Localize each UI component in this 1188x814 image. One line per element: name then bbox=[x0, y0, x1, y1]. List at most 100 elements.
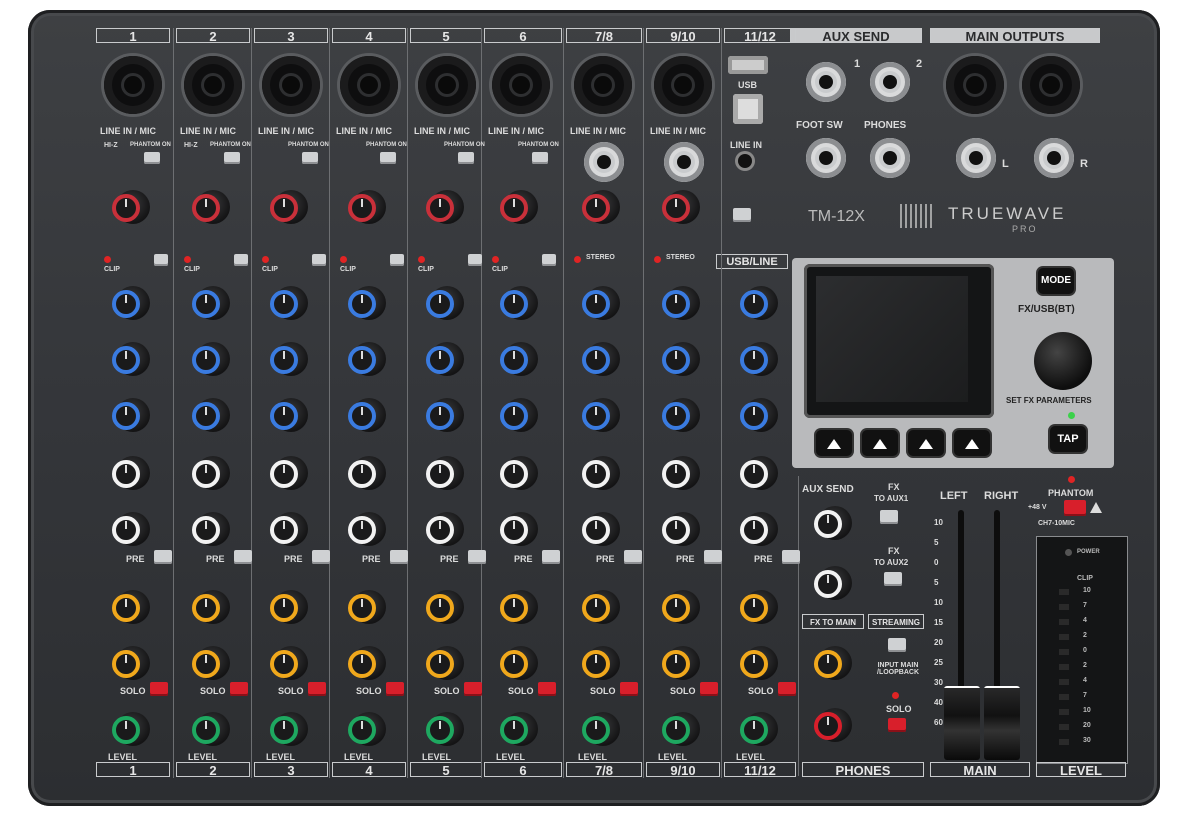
mode-button[interactable]: MODE bbox=[1038, 268, 1074, 294]
low-cut-button[interactable] bbox=[154, 254, 168, 266]
aux2-knob[interactable] bbox=[112, 512, 150, 546]
fader-cap-left[interactable] bbox=[944, 686, 980, 760]
eq-high-knob[interactable] bbox=[426, 286, 464, 320]
phantom-button[interactable] bbox=[224, 152, 240, 164]
pan-knob[interactable] bbox=[270, 646, 308, 680]
pre-button[interactable] bbox=[542, 550, 560, 564]
pan-knob[interactable] bbox=[740, 646, 778, 680]
combo-input-jack[interactable] bbox=[262, 56, 320, 114]
eq-mid-knob[interactable] bbox=[662, 342, 700, 376]
eq-high-knob[interactable] bbox=[740, 286, 778, 320]
fader-cap-right[interactable] bbox=[984, 686, 1020, 760]
eq-low-knob[interactable] bbox=[740, 398, 778, 432]
aux-send-2-knob[interactable] bbox=[814, 566, 852, 600]
phantom-button[interactable] bbox=[144, 152, 160, 164]
aux1-knob[interactable] bbox=[582, 456, 620, 490]
trim-knob[interactable] bbox=[270, 190, 308, 224]
eq-high-knob[interactable] bbox=[192, 286, 230, 320]
right-line-jack[interactable] bbox=[584, 142, 624, 182]
phones-jack[interactable] bbox=[870, 138, 910, 178]
fx-knob[interactable] bbox=[662, 590, 700, 624]
aux1-knob[interactable] bbox=[270, 456, 308, 490]
aux2-knob[interactable] bbox=[740, 512, 778, 546]
softkey-4[interactable] bbox=[954, 430, 990, 456]
trim-knob[interactable] bbox=[500, 190, 538, 224]
fx-to-aux2-button[interactable] bbox=[884, 572, 902, 586]
low-cut-button[interactable] bbox=[234, 254, 248, 266]
main-out-xlr-left[interactable] bbox=[946, 56, 1004, 114]
eq-low-knob[interactable] bbox=[270, 398, 308, 432]
aux2-knob[interactable] bbox=[270, 512, 308, 546]
eq-low-knob[interactable] bbox=[582, 398, 620, 432]
solo-button[interactable] bbox=[464, 682, 482, 696]
pan-knob[interactable] bbox=[112, 646, 150, 680]
level-knob[interactable] bbox=[426, 712, 464, 746]
eq-high-knob[interactable] bbox=[270, 286, 308, 320]
main-out-jack-left[interactable] bbox=[956, 138, 996, 178]
softkey-2[interactable] bbox=[862, 430, 898, 456]
aux-send-2-jack[interactable] bbox=[870, 62, 910, 102]
solo-button[interactable] bbox=[230, 682, 248, 696]
level-knob[interactable] bbox=[192, 712, 230, 746]
eq-low-knob[interactable] bbox=[500, 398, 538, 432]
solo-button[interactable] bbox=[778, 682, 796, 696]
pre-button[interactable] bbox=[782, 550, 800, 564]
fx-knob[interactable] bbox=[348, 590, 386, 624]
pre-button[interactable] bbox=[234, 550, 252, 564]
eq-mid-knob[interactable] bbox=[500, 342, 538, 376]
phantom-button[interactable] bbox=[302, 152, 318, 164]
fx-knob[interactable] bbox=[426, 590, 464, 624]
phantom-button[interactable] bbox=[458, 152, 474, 164]
eq-mid-knob[interactable] bbox=[740, 342, 778, 376]
trim-knob[interactable] bbox=[112, 190, 150, 224]
combo-input-jack[interactable] bbox=[654, 56, 712, 114]
phones-level-knob[interactable] bbox=[814, 708, 852, 742]
phantom-button[interactable] bbox=[380, 152, 396, 164]
streaming-button[interactable] bbox=[888, 638, 906, 652]
fx-to-main-knob[interactable] bbox=[814, 646, 852, 680]
pre-button[interactable] bbox=[154, 550, 172, 564]
low-cut-button[interactable] bbox=[542, 254, 556, 266]
level-knob[interactable] bbox=[348, 712, 386, 746]
pre-button[interactable] bbox=[704, 550, 722, 564]
aux1-knob[interactable] bbox=[662, 456, 700, 490]
eq-high-knob[interactable] bbox=[112, 286, 150, 320]
combo-input-jack[interactable] bbox=[492, 56, 550, 114]
level-knob[interactable] bbox=[500, 712, 538, 746]
eq-high-knob[interactable] bbox=[500, 286, 538, 320]
line-in-jack[interactable] bbox=[738, 154, 752, 168]
eq-mid-knob[interactable] bbox=[582, 342, 620, 376]
aux1-knob[interactable] bbox=[112, 456, 150, 490]
fx-knob[interactable] bbox=[270, 590, 308, 624]
tap-button[interactable]: TAP bbox=[1050, 426, 1086, 452]
softkey-3[interactable] bbox=[908, 430, 944, 456]
solo-button[interactable] bbox=[538, 682, 556, 696]
solo-button[interactable] bbox=[308, 682, 326, 696]
combo-input-jack[interactable] bbox=[418, 56, 476, 114]
aux2-knob[interactable] bbox=[662, 512, 700, 546]
master-solo-button[interactable] bbox=[888, 718, 906, 732]
level-knob[interactable] bbox=[112, 712, 150, 746]
pan-knob[interactable] bbox=[582, 646, 620, 680]
pre-button[interactable] bbox=[312, 550, 330, 564]
solo-button[interactable] bbox=[150, 682, 168, 696]
trim-knob[interactable] bbox=[426, 190, 464, 224]
low-cut-button[interactable] bbox=[468, 254, 482, 266]
pan-knob[interactable] bbox=[500, 646, 538, 680]
aux1-knob[interactable] bbox=[426, 456, 464, 490]
eq-low-knob[interactable] bbox=[112, 398, 150, 432]
main-out-jack-right[interactable] bbox=[1034, 138, 1074, 178]
trim-knob[interactable] bbox=[662, 190, 700, 224]
fx-knob[interactable] bbox=[192, 590, 230, 624]
fx-knob[interactable] bbox=[582, 590, 620, 624]
level-knob[interactable] bbox=[582, 712, 620, 746]
usb-line-in-switch[interactable] bbox=[733, 208, 751, 222]
eq-mid-knob[interactable] bbox=[112, 342, 150, 376]
aux1-knob[interactable] bbox=[500, 456, 538, 490]
solo-button[interactable] bbox=[700, 682, 718, 696]
pan-knob[interactable] bbox=[348, 646, 386, 680]
pre-button[interactable] bbox=[624, 550, 642, 564]
right-line-jack[interactable] bbox=[664, 142, 704, 182]
pan-knob[interactable] bbox=[662, 646, 700, 680]
eq-mid-knob[interactable] bbox=[348, 342, 386, 376]
